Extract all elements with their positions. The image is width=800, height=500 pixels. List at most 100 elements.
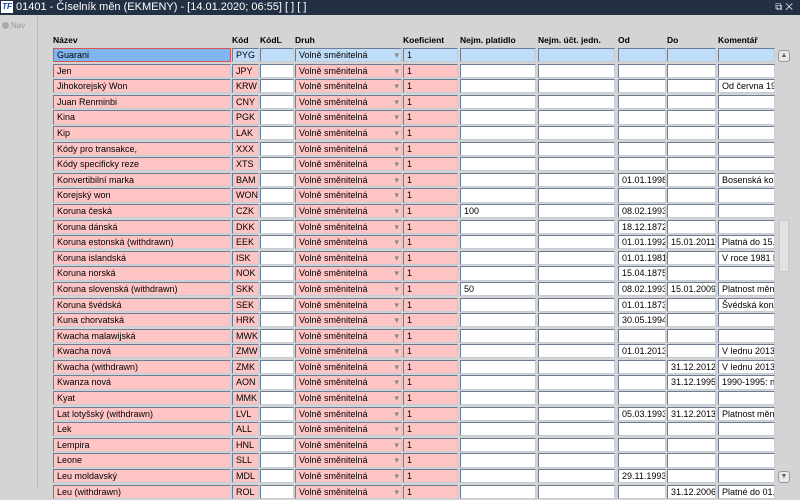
cell-comment[interactable] [718,48,775,63]
cell-code-l[interactable] [260,172,294,187]
cell-min-unit[interactable] [538,266,615,281]
cell-min-unit[interactable] [538,79,615,94]
cell-min-coin[interactable] [460,313,536,328]
cell-type[interactable]: Volně směnitelná [295,266,402,281]
cell-valid-to[interactable] [667,188,716,203]
cell-comment[interactable]: Od června 196 [718,79,775,94]
cell-comment[interactable]: 1990-1995: no [718,375,775,390]
cell-type[interactable]: Volně směnitelná [295,359,402,375]
cell-code[interactable]: SKK [232,281,259,297]
cell-name[interactable]: Kyat [53,391,231,406]
cell-min-coin[interactable] [460,406,536,421]
cell-min-unit[interactable] [538,141,615,156]
cell-coefficient[interactable]: 1 [403,313,458,328]
column-header-min-coin[interactable]: Nejm. platidlo [460,35,516,45]
cell-coefficient[interactable]: 1 [403,422,458,437]
cell-code[interactable]: LVL [232,406,259,421]
cell-valid-from[interactable]: 08.02.1993 [618,203,666,219]
cell-coefficient[interactable]: 1 [403,281,458,297]
cell-comment[interactable] [718,328,775,343]
cell-min-coin[interactable] [460,344,536,359]
cell-name[interactable]: Kódy specificky reze [53,157,231,172]
cell-valid-from[interactable] [618,79,666,94]
column-header-min-unit[interactable]: Nejm. účt. jedn. [538,35,601,45]
cell-type[interactable]: Volně směnitelná [295,469,402,484]
cell-min-coin[interactable] [460,359,536,375]
cell-valid-from[interactable] [618,188,666,203]
cell-code[interactable]: XTS [232,157,259,172]
cell-min-coin[interactable] [460,391,536,406]
cell-min-coin[interactable]: 50 [460,281,536,297]
cell-type[interactable]: Volně směnitelná [295,453,402,468]
cell-code[interactable]: MWK [232,328,259,343]
cell-code-l[interactable] [260,110,294,125]
cell-name[interactable]: Lat lotyšský (withdrawn) [53,406,231,421]
cell-valid-from[interactable] [618,453,666,468]
cell-min-coin[interactable] [460,250,536,265]
cell-code[interactable]: ISK [232,250,259,265]
cell-name[interactable]: Jihokorejský Won [53,79,231,94]
cell-valid-from[interactable]: 05.03.1993 [618,406,666,421]
cell-min-coin[interactable] [460,63,536,78]
cell-min-coin[interactable] [460,172,536,187]
cell-type[interactable]: Volně směnitelná [295,375,402,390]
cell-type[interactable]: Volně směnitelná [295,63,402,78]
cell-coefficient[interactable]: 1 [403,391,458,406]
cell-code[interactable]: JPY [232,63,259,78]
cell-type[interactable]: Volně směnitelná [295,328,402,343]
cell-type[interactable]: Volně směnitelná [295,94,402,109]
column-header-code[interactable]: Kód [232,35,249,45]
cell-min-unit[interactable] [538,235,615,250]
cell-code-l[interactable] [260,157,294,172]
cell-type[interactable]: Volně směnitelná [295,188,402,203]
cell-name[interactable]: Kip [53,125,231,141]
cell-code[interactable]: BAM [232,172,259,187]
cell-code[interactable]: ALL [232,422,259,437]
cell-valid-to[interactable] [667,48,716,63]
cell-type[interactable]: Volně směnitelná [295,297,402,312]
cell-valid-to[interactable] [667,250,716,265]
cell-type[interactable]: Volně směnitelná [295,172,402,187]
cell-code-l[interactable] [260,203,294,219]
cell-min-unit[interactable] [538,484,615,499]
cell-min-coin[interactable] [460,422,536,437]
cell-min-unit[interactable] [538,344,615,359]
cell-valid-to[interactable] [667,219,716,234]
cell-valid-to[interactable]: 31.12.1995 [667,375,716,390]
column-header-code-l[interactable]: KódL [260,35,282,45]
cell-code[interactable]: SLL [232,453,259,468]
cell-valid-from[interactable] [618,110,666,125]
cell-valid-from[interactable]: 01.01.1992 [618,235,666,250]
cell-type[interactable]: Volně směnitelná [295,250,402,265]
cell-comment[interactable]: V roce 1981 by [718,250,775,265]
cell-min-unit[interactable] [538,125,615,141]
cell-min-unit[interactable] [538,172,615,187]
cell-comment[interactable] [718,203,775,219]
cell-code[interactable]: ZMK [232,359,259,375]
cell-min-unit[interactable] [538,406,615,421]
cell-valid-from[interactable]: 01.01.1998 [618,172,666,187]
cell-name[interactable]: Kuna chorvatská [53,313,231,328]
cell-code-l[interactable] [260,297,294,312]
cell-min-unit[interactable] [538,188,615,203]
cell-min-unit[interactable] [538,281,615,297]
cell-valid-to[interactable]: 31.12.2013 [667,406,716,421]
cell-name[interactable]: Lempira [53,437,231,453]
cell-name[interactable]: Jen [53,63,231,78]
cell-min-coin[interactable] [460,328,536,343]
cell-coefficient[interactable]: 1 [403,141,458,156]
cell-comment[interactable]: Bosenská konv [718,172,775,187]
cell-valid-from[interactable] [618,141,666,156]
cell-valid-to[interactable]: 31.12.2012 [667,359,716,375]
cell-valid-to[interactable] [667,469,716,484]
cell-code[interactable]: CZK [232,203,259,219]
cell-name[interactable]: Leu moldavský [53,469,231,484]
cell-min-unit[interactable] [538,110,615,125]
cell-code[interactable]: AON [232,375,259,390]
cell-valid-to[interactable] [667,328,716,343]
cell-type[interactable]: Volně směnitelná [295,110,402,125]
cell-name[interactable]: Koruna estonská (withdrawn) [53,235,231,250]
cell-coefficient[interactable]: 1 [403,172,458,187]
cell-valid-from[interactable]: 29.11.1993 [618,469,666,484]
cell-code-l[interactable] [260,422,294,437]
